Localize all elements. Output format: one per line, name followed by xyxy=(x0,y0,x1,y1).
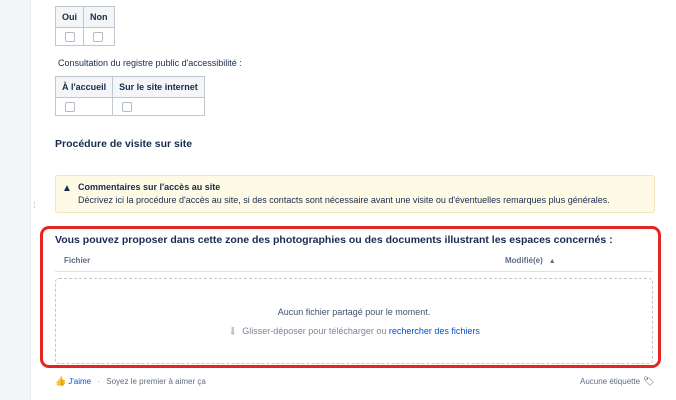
cell-oui xyxy=(55,27,84,46)
column-modified-label: Modifié(e) xyxy=(505,256,543,265)
header-oui: Oui xyxy=(55,6,84,28)
header-divider xyxy=(55,271,653,272)
page-tree-gutter xyxy=(0,0,31,400)
warning-title: Commentaires sur l'accès au site xyxy=(78,182,221,192)
labels-area[interactable]: Aucune étiquette 🏷 xyxy=(580,376,654,387)
empty-message: Aucun fichier partagé pour le moment. xyxy=(277,307,431,317)
header-non: Non xyxy=(83,6,115,28)
tag-icon: 🏷 xyxy=(643,376,655,386)
first-like-text: Soyez le premier à aimer ça xyxy=(106,377,206,386)
like-label: J'aime xyxy=(68,377,92,386)
like-button[interactable]: 👍 J'aime xyxy=(55,376,92,386)
upload-instructions: ⬇ Glisser-déposer pour télécharger ou rec… xyxy=(56,325,652,338)
oui-checkbox[interactable] xyxy=(65,31,75,42)
consultation-caption: Consultation du registre public d'access… xyxy=(58,58,242,68)
column-modified[interactable]: Modifié(e) ▲ xyxy=(505,256,556,265)
cell-accueil xyxy=(54,97,114,116)
oui-non-table: Oui Non xyxy=(55,6,115,46)
warning-panel: ▲ Commentaires sur l'accès au site Décri… xyxy=(55,175,655,213)
file-dropzone[interactable]: Aucun fichier partagé pour le moment. ⬇ G… xyxy=(55,278,653,364)
site-internet-checkbox[interactable] xyxy=(122,101,133,112)
resize-handle-icon[interactable]: ⁞ xyxy=(33,200,36,210)
no-labels-text: Aucune étiquette xyxy=(580,377,641,386)
attachments-title: Vous pouvez proposer dans cette zone des… xyxy=(55,234,613,246)
header-site-internet: Sur le site internet xyxy=(112,76,205,98)
browse-files-link[interactable]: rechercher des fichiers xyxy=(389,326,480,336)
cell-site-internet xyxy=(112,97,205,116)
sort-ascending-icon: ▲ xyxy=(548,258,556,265)
column-file[interactable]: Fichier xyxy=(64,256,90,265)
non-checkbox[interactable] xyxy=(93,31,103,42)
header-accueil: À l'accueil xyxy=(54,76,114,98)
like-area: 👍 J'aime · Soyez le premier à aimer ça xyxy=(55,376,206,387)
download-arrow-icon: ⬇ xyxy=(228,326,238,338)
drop-text: Glisser-déposer pour télécharger ou xyxy=(242,325,387,336)
thumbs-up-icon: 👍 xyxy=(55,376,67,386)
warning-text: Décrivez ici la procédure d'accès au sit… xyxy=(78,195,610,205)
cell-non xyxy=(83,27,115,46)
footer-separator: · xyxy=(97,377,100,386)
consultation-table: À l'accueil Sur le site internet xyxy=(54,76,205,116)
warning-icon: ▲ xyxy=(62,183,72,194)
accueil-checkbox[interactable] xyxy=(65,101,75,112)
procedure-heading: Procédure de visite sur site xyxy=(55,138,193,150)
